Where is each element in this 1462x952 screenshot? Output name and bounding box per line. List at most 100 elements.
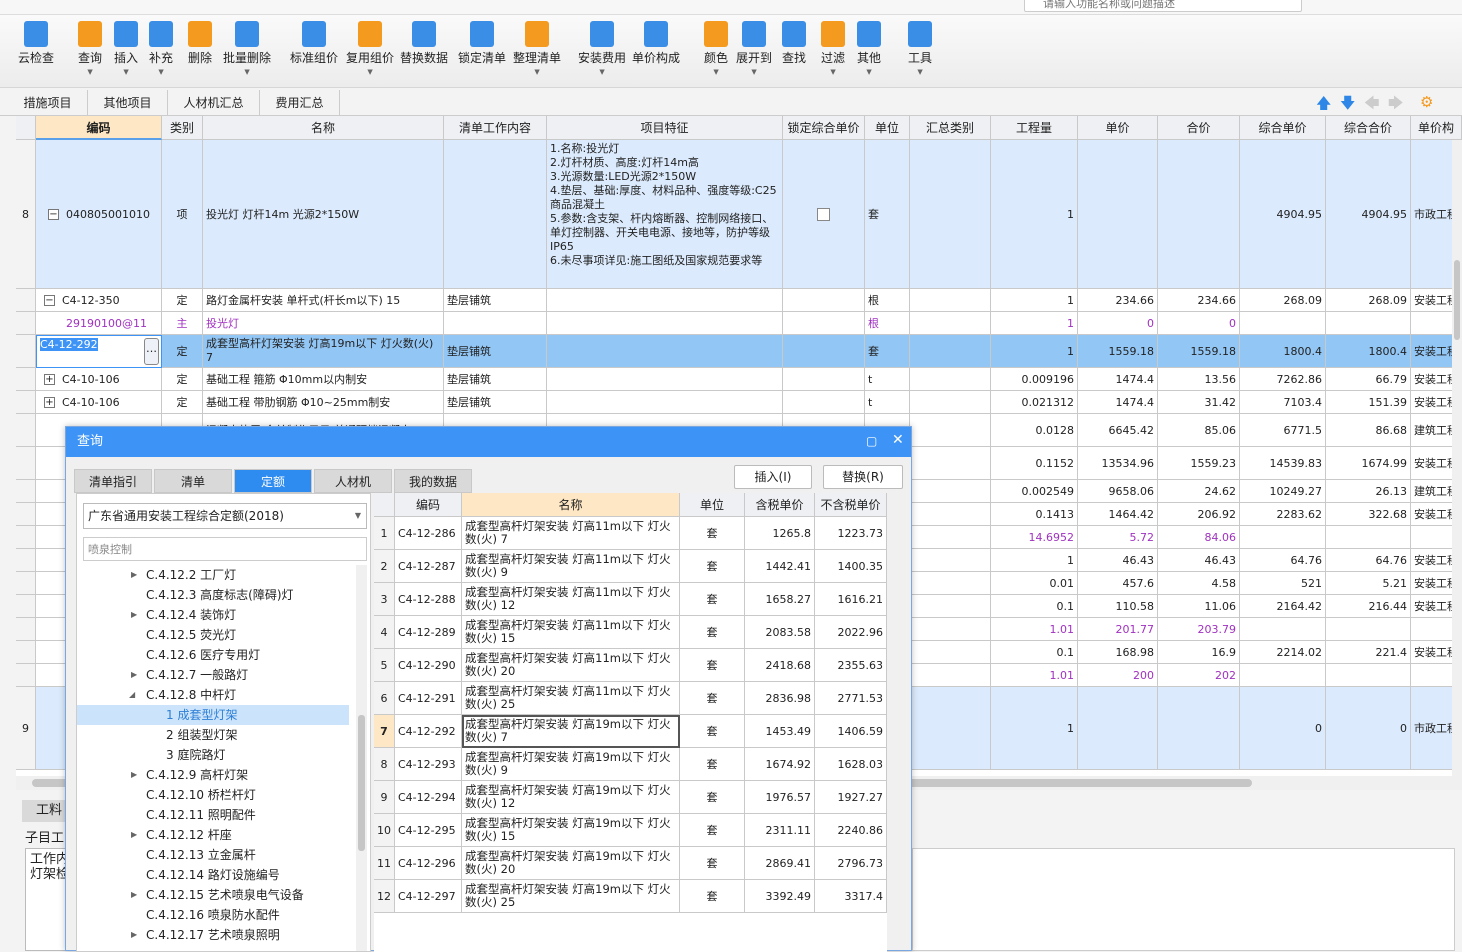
- quota-cell[interactable]: 套: [680, 616, 745, 649]
- quota-cell[interactable]: 6: [374, 682, 395, 715]
- expand-toggle-icon[interactable]: −: [48, 208, 59, 220]
- tree-item[interactable]: C.4.12.11 照明配件: [77, 805, 349, 825]
- caret-right-icon[interactable]: ▶: [131, 825, 137, 845]
- grid-cell-code[interactable]: C4-12-350−: [36, 289, 162, 312]
- quota-cell[interactable]: 2: [374, 550, 395, 583]
- quota-cell[interactable]: 成套型高杆灯架安装 灯高19m以下 灯火数(火) 20: [462, 847, 680, 880]
- tree-item[interactable]: ▶ C.4.12.4 装饰灯: [77, 605, 349, 625]
- tree-item[interactable]: ▶ C.4.12.2 工厂灯: [77, 565, 349, 585]
- toolbar-expand-button[interactable]: 展开到 ▼: [736, 21, 772, 76]
- quota-cell[interactable]: 1442.41: [745, 550, 815, 583]
- quota-cell[interactable]: C4-12-291: [395, 682, 462, 715]
- insert-button[interactable]: 插入(I): [734, 465, 812, 489]
- quota-cell[interactable]: 套: [680, 880, 745, 913]
- quota-cell[interactable]: 成套型高杆灯架安装 灯高19m以下 灯火数(火) 12: [462, 781, 680, 814]
- quota-cell[interactable]: 1265.8: [745, 517, 815, 550]
- quota-column-header[interactable]: 名称: [462, 493, 680, 517]
- column-header[interactable]: 锁定综合单价: [783, 116, 865, 140]
- toolbar-install-cost-button[interactable]: 安装费用 ▼: [578, 21, 626, 76]
- quota-cell[interactable]: 2311.11: [745, 814, 815, 847]
- toolbar-delete-button[interactable]: 删除▼: [188, 21, 212, 76]
- grid-cell-code[interactable]: C4-10-106 +: [36, 368, 162, 391]
- move-left-icon[interactable]: 🡄: [1364, 93, 1380, 118]
- tab-1[interactable]: 其他项目: [88, 90, 168, 116]
- tree-item[interactable]: C.4.12.13 立金属杆: [77, 845, 349, 865]
- quota-cell[interactable]: 套: [680, 781, 745, 814]
- tree-item[interactable]: C.4.12.16 喷泉防水配件: [77, 905, 349, 925]
- tree-item[interactable]: ▶ C.4.12.17 艺术喷泉照明: [77, 925, 349, 945]
- quota-cell[interactable]: 2355.63: [815, 649, 887, 682]
- vertical-scrollbar[interactable]: [1452, 140, 1462, 776]
- dialog-tab-0[interactable]: 清单指引: [74, 469, 152, 493]
- quota-column-header[interactable]: 编码: [395, 493, 462, 517]
- quota-cell[interactable]: C4-12-287: [395, 550, 462, 583]
- quota-cell[interactable]: C4-12-294: [395, 781, 462, 814]
- tree-item[interactable]: C.4.12.5 荧光灯: [77, 625, 349, 645]
- toolbar-supplement-button[interactable]: 补充 ▼: [149, 21, 173, 76]
- function-search-input[interactable]: [1024, 0, 1302, 12]
- lock-checkbox[interactable]: [817, 207, 830, 221]
- replace-button[interactable]: 替换(R): [823, 465, 903, 489]
- quota-cell[interactable]: 套: [680, 517, 745, 550]
- tree-item[interactable]: 3 庭院路灯: [77, 745, 349, 765]
- toolbar-insert-button[interactable]: 插入 ▼: [114, 21, 138, 76]
- quota-cell[interactable]: 成套型高杆灯架安装 灯高11m以下 灯火数(火) 12: [462, 583, 680, 616]
- quota-cell[interactable]: 成套型高杆灯架安装 灯高11m以下 灯火数(火) 15: [462, 616, 680, 649]
- quota-cell[interactable]: 套: [680, 715, 745, 748]
- expand-toggle-icon[interactable]: +: [44, 373, 55, 385]
- quota-cell[interactable]: 1223.73: [815, 517, 887, 550]
- quota-cell[interactable]: C4-12-292: [395, 715, 462, 748]
- code-value[interactable]: C4-12-292: [40, 338, 98, 351]
- quota-cell[interactable]: 2796.73: [815, 847, 887, 880]
- dialog-tab-2[interactable]: 定额: [234, 469, 312, 493]
- toolbar-find-button[interactable]: 查找▼: [782, 21, 806, 76]
- tab-2[interactable]: 人材机汇总: [168, 90, 260, 116]
- toolbar-other-button[interactable]: 其他 ▼: [857, 21, 881, 76]
- column-header[interactable]: 单价: [1078, 116, 1158, 140]
- caret-right-icon[interactable]: ▶: [131, 665, 137, 685]
- quota-cell[interactable]: 1: [374, 517, 395, 550]
- quota-cell[interactable]: 2022.96: [815, 616, 887, 649]
- quota-column-header[interactable]: 单位: [680, 493, 745, 517]
- tree-item[interactable]: 1 成套型灯架: [77, 705, 349, 725]
- column-header[interactable]: [16, 116, 36, 140]
- quota-cell[interactable]: C4-12-288: [395, 583, 462, 616]
- tree-item[interactable]: C.4.12.6 医疗专用灯: [77, 645, 349, 665]
- column-header[interactable]: 单位: [865, 116, 910, 140]
- tree-item[interactable]: C.4.12.3 高度标志(障碍)灯: [77, 585, 349, 605]
- expand-toggle-icon[interactable]: −: [44, 294, 55, 306]
- toolbar-unit-price-button[interactable]: 单价构成▼: [632, 21, 680, 76]
- quota-cell[interactable]: 成套型高杆灯架安装 灯高19m以下 灯火数(火) 15: [462, 814, 680, 847]
- quota-cell[interactable]: 3: [374, 583, 395, 616]
- quota-cell[interactable]: 8: [374, 748, 395, 781]
- quota-cell[interactable]: 1400.35: [815, 550, 887, 583]
- column-header[interactable]: 工程量: [991, 116, 1078, 140]
- grid-cell-lock[interactable]: [783, 140, 865, 289]
- dialog-tab-4[interactable]: 我的数据: [394, 469, 472, 493]
- tree-item[interactable]: ▶ C.4.12.7 一般路灯: [77, 665, 349, 685]
- quota-cell[interactable]: 套: [680, 583, 745, 616]
- grid-cell-lock[interactable]: [783, 368, 865, 391]
- maximize-icon[interactable]: ▢: [866, 434, 877, 448]
- quota-cell[interactable]: C4-12-286: [395, 517, 462, 550]
- close-icon[interactable]: ✕: [892, 432, 904, 448]
- quota-cell[interactable]: 1406.59: [815, 715, 887, 748]
- grid-cell-lock[interactable]: [783, 289, 865, 312]
- quota-cell[interactable]: 2771.53: [815, 682, 887, 715]
- quota-cell[interactable]: C4-12-289: [395, 616, 462, 649]
- grid-cell-lock[interactable]: [783, 391, 865, 414]
- quota-cell[interactable]: 2418.68: [745, 649, 815, 682]
- quota-cell[interactable]: 2240.86: [815, 814, 887, 847]
- column-header[interactable]: 项目特征: [547, 116, 783, 140]
- quota-cell[interactable]: 12: [374, 880, 395, 913]
- tree-search-input[interactable]: [83, 537, 367, 561]
- quota-cell[interactable]: 套: [680, 814, 745, 847]
- quota-cell[interactable]: 2869.41: [745, 847, 815, 880]
- quota-cell[interactable]: 1628.03: [815, 748, 887, 781]
- toolbar-tools-button[interactable]: 工具 ▼: [908, 21, 932, 76]
- quota-cell[interactable]: 套: [680, 847, 745, 880]
- quota-column-header[interactable]: [374, 493, 395, 517]
- tree-item[interactable]: C.4.12.14 路灯设施编号: [77, 865, 349, 885]
- caret-right-icon[interactable]: ▶: [131, 605, 137, 625]
- tree-item[interactable]: ▶ C.4.12.12 杆座: [77, 825, 349, 845]
